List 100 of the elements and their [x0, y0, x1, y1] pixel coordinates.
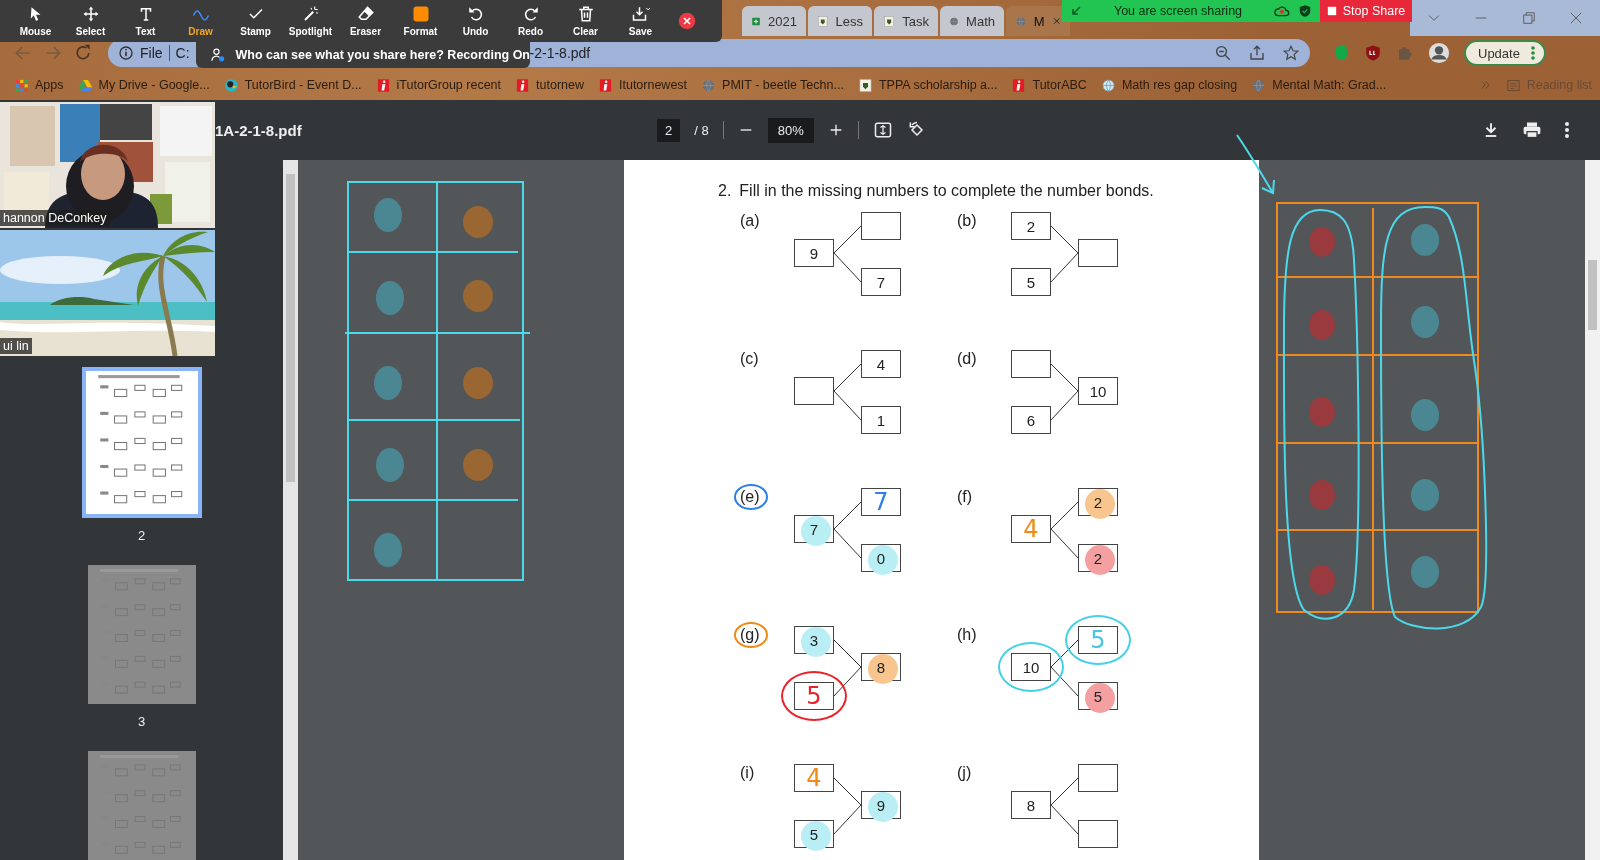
arrow-icon [1070, 5, 1082, 17]
connector-lines [833, 501, 862, 559]
connector-lines [833, 225, 862, 283]
number: 1 [876, 411, 886, 429]
tool-button[interactable]: Mouse [8, 1, 63, 41]
number: 7 [809, 520, 819, 538]
crest-icon [817, 13, 829, 29]
bookmark-logo-icon [1011, 77, 1027, 93]
url-scheme: File [140, 45, 170, 61]
bookmark-link[interactable]: Itutornewest [598, 77, 688, 93]
restore-icon[interactable] [1521, 11, 1536, 25]
handwritten-number: 5 [1090, 628, 1106, 652]
url-text: -2-1-8.pdf [529, 45, 591, 61]
stop-share-button[interactable]: Stop Share [1320, 0, 1412, 22]
globe-icon [1251, 77, 1267, 93]
item-label: (d) [957, 350, 977, 367]
bookmark-link[interactable]: My Drive - Google... [77, 77, 210, 93]
globe-icon [1100, 77, 1116, 93]
info-icon[interactable] [118, 45, 134, 61]
apps-grid-icon [14, 77, 29, 93]
browser-tab[interactable]: Less [808, 6, 872, 36]
browser-tab[interactable]: Task [874, 6, 938, 36]
crest-icon [857, 77, 873, 93]
participant-name: hannon DeConkey [0, 210, 110, 226]
connector-lines [1050, 501, 1079, 559]
fit-page-icon[interactable] [872, 120, 893, 140]
undo-icon [466, 5, 485, 23]
item-label: (b) [957, 212, 977, 229]
connector-lines [1050, 639, 1079, 697]
tool-button[interactable]: Eraser [338, 1, 393, 41]
sharing-status: You are screen sharing [1112, 4, 1244, 18]
star-icon[interactable] [1282, 44, 1300, 62]
number: 0 [876, 549, 886, 567]
handwritten-number: 4 [1023, 517, 1039, 541]
tool-button[interactable]: Clear [558, 1, 613, 41]
connector-lines [833, 363, 862, 421]
handwritten-number: 5 [806, 684, 822, 708]
tool-button[interactable]: Text [118, 1, 173, 41]
page-thumbnail[interactable] [87, 751, 196, 860]
eraser-icon [356, 5, 375, 23]
url-text: C: [175, 45, 190, 61]
tool-button[interactable]: Redo [503, 1, 558, 41]
handwritten-number: 7 [873, 490, 889, 514]
connector-lines [1050, 777, 1079, 835]
tool-button[interactable]: Select [63, 1, 118, 41]
item-label: (h) [957, 626, 977, 643]
update-button[interactable]: Update [1464, 40, 1546, 66]
share-icon[interactable] [1248, 44, 1266, 62]
shield-icon [1298, 4, 1312, 18]
number: 2 [1093, 493, 1103, 511]
number: 10 [1089, 382, 1107, 400]
page-thumbnail[interactable] [81, 367, 202, 518]
page-thumbnail[interactable] [87, 565, 196, 704]
page-label: 3 [137, 714, 146, 729]
more-icon [1529, 45, 1536, 61]
item-label: (j) [957, 764, 972, 781]
number: 9 [809, 244, 819, 262]
bookmark-link[interactable]: Apps [14, 77, 64, 93]
tool-button[interactable]: Spotlight [283, 1, 338, 41]
tool-button[interactable]: Save [613, 1, 668, 41]
bookmark-link[interactable]: TutorABC [1011, 77, 1087, 93]
person-icon [210, 47, 226, 63]
item-label: (c) [740, 350, 759, 367]
browser-tab[interactable]: M [1006, 6, 1070, 36]
zoom-level-field[interactable]: 80% [767, 117, 814, 143]
connector-lines [1050, 225, 1079, 283]
arrow-drawing [1236, 134, 1275, 195]
close-icon[interactable] [678, 12, 696, 30]
number: 2 [1026, 217, 1036, 235]
more-icon[interactable] [1564, 121, 1570, 139]
bookmark-link[interactable]: TutorBird - Event D... [223, 77, 362, 93]
download-icon [631, 5, 650, 23]
move-icon [81, 5, 100, 23]
participant-name: ui lin [0, 338, 32, 354]
tool-button[interactable]: Stamp [228, 1, 283, 41]
bird-icon [223, 77, 239, 93]
shield-icon[interactable] [1364, 44, 1382, 62]
browser-tab[interactable]: Math [940, 6, 1004, 36]
bookmark-link[interactable]: iTutorGroup recent [375, 77, 502, 93]
print-icon[interactable] [1522, 120, 1542, 140]
tool-button[interactable]: Draw [173, 1, 228, 41]
scrollbar[interactable] [1585, 160, 1600, 860]
zoom-out-icon[interactable] [1214, 44, 1232, 62]
globe-icon [701, 77, 717, 93]
number: 9 [876, 796, 886, 814]
browser-tab[interactable]: 2021 [742, 6, 806, 36]
number-box [794, 377, 834, 405]
page-number-field[interactable]: 2 [657, 118, 681, 142]
scrollbar[interactable] [283, 160, 298, 860]
number-box [1011, 350, 1051, 378]
number-box [1078, 764, 1118, 792]
number: 8 [1026, 796, 1036, 814]
bookmark-link[interactable]: PMIT - beetle Techn... [701, 77, 844, 93]
tool-button[interactable]: Undo [448, 1, 503, 41]
avatar-icon[interactable] [1428, 42, 1450, 64]
trash-icon [576, 5, 595, 23]
bookmark-link[interactable]: tutornew [515, 77, 584, 93]
stop-icon [1326, 6, 1337, 16]
tool-button[interactable]: Format [393, 1, 448, 41]
bookmark-link[interactable]: TPPA scholarship a... [857, 77, 998, 93]
